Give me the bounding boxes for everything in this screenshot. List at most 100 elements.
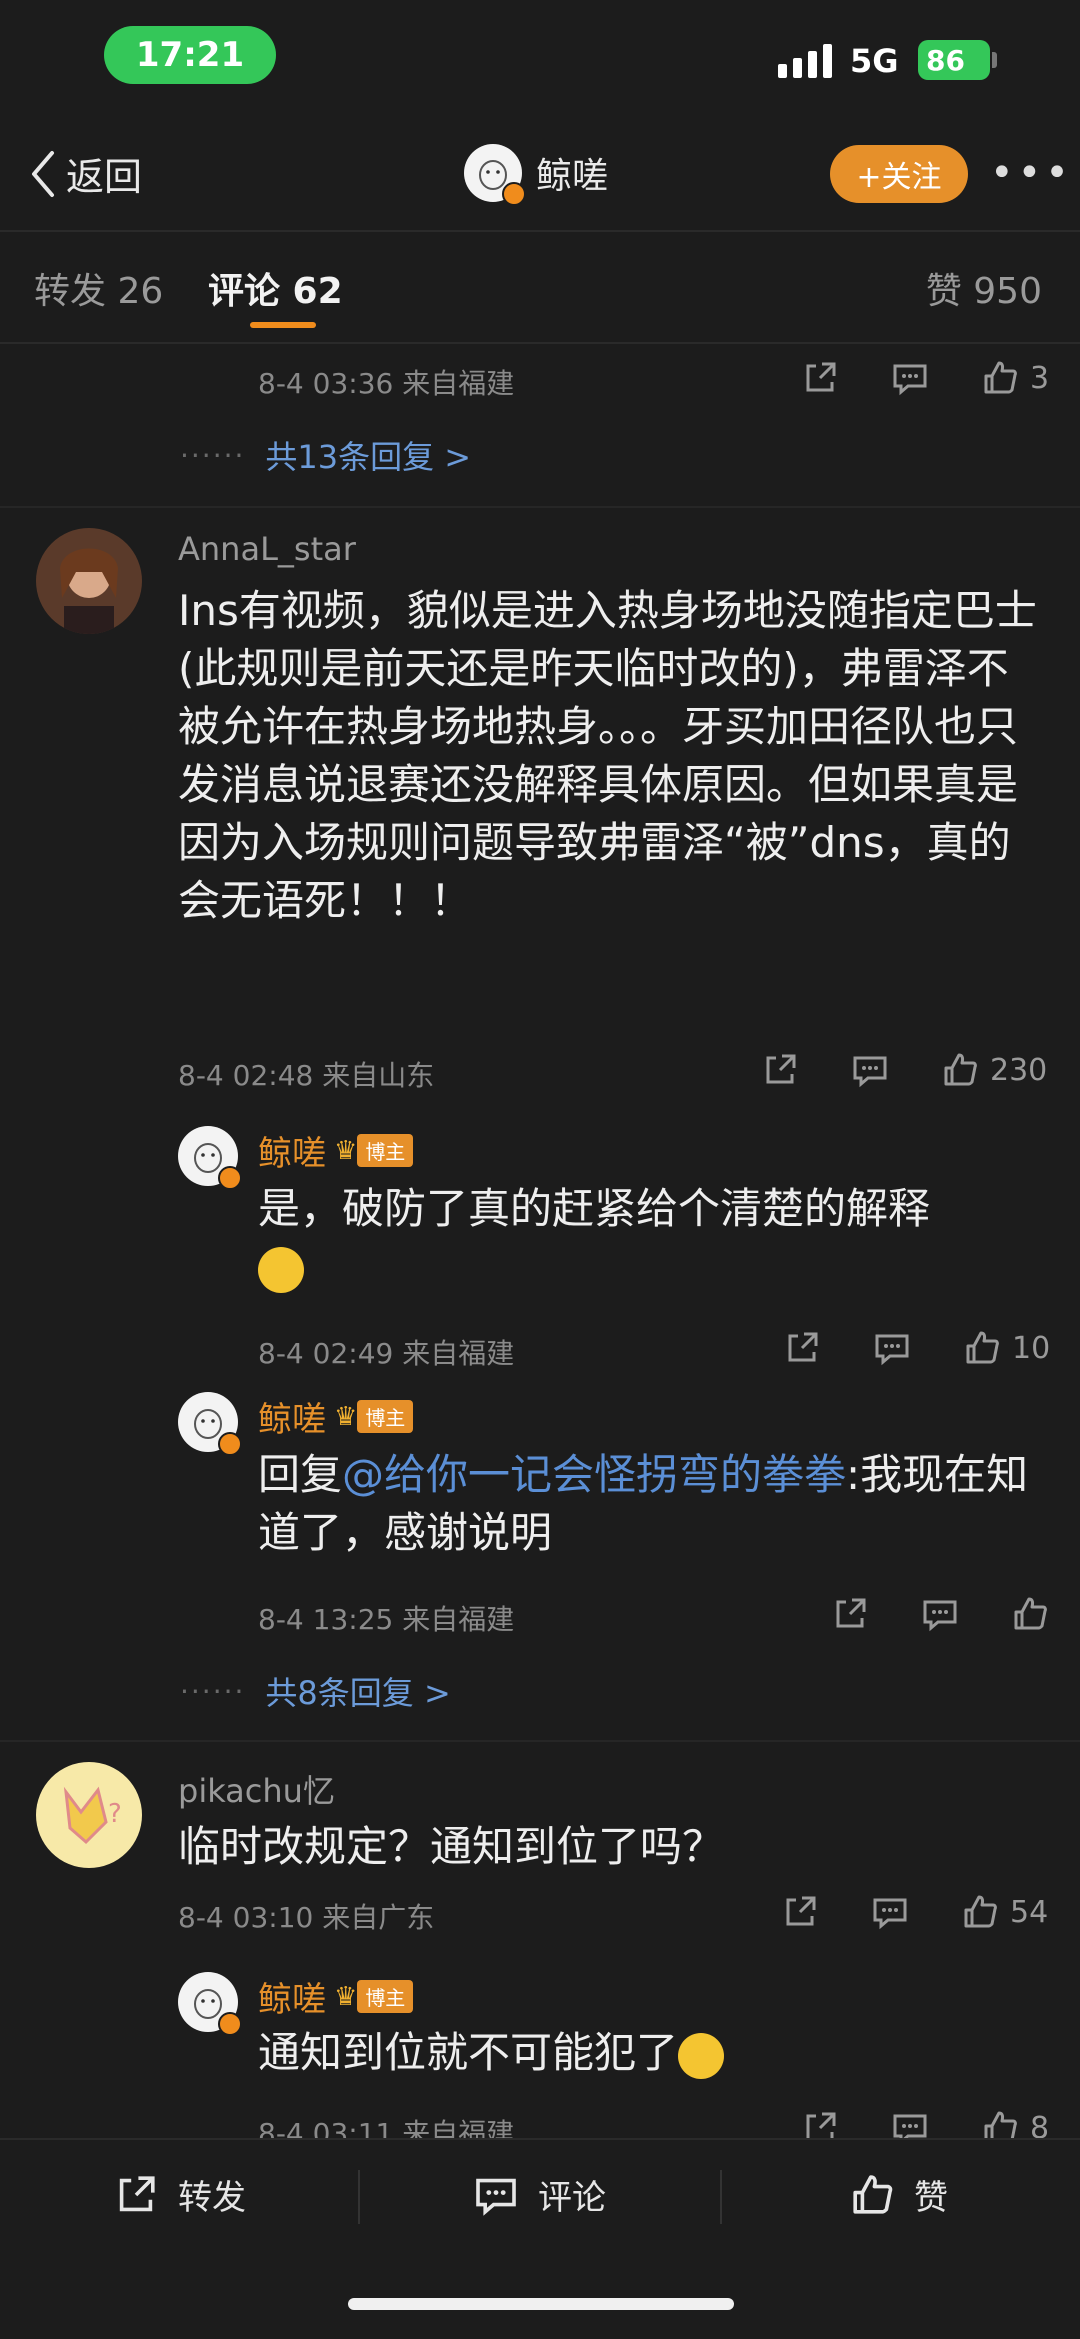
home-indicator — [348, 2298, 734, 2310]
dots: ······ — [180, 438, 246, 472]
comment-meta: 8-4 03:10 来自广东 — [178, 1901, 435, 1934]
tab-like[interactable]: 赞 950 — [926, 262, 1042, 314]
reply-header: 鲸嗟 ♛ 博主 — [258, 1392, 414, 1441]
tab-repost[interactable]: 转发 26 — [34, 262, 163, 314]
page-title: 鲸嗟 — [536, 156, 609, 197]
battery-cap — [992, 52, 997, 68]
like-button[interactable]: 230 — [940, 1050, 1047, 1090]
thumb-up-icon — [984, 361, 1017, 394]
thumb-up-icon — [966, 1331, 999, 1364]
reply-username[interactable]: 鲸嗟 — [258, 1972, 326, 2021]
reply-text-content: 通知到位就不可能犯了 — [258, 2028, 679, 2077]
like-count: 10 — [1012, 1330, 1051, 1366]
more-replies-label: 共8条回复 > — [265, 1674, 451, 1712]
signal-icon — [778, 40, 832, 78]
reply-text: 回复@给你一记会怪拐弯的拳拳:我现在知道了，感谢说明 — [258, 1446, 1048, 1562]
comment-icon — [875, 1334, 909, 1366]
avatar[interactable] — [36, 528, 142, 634]
reply-meta: 8-4 02:49 来自福建 — [258, 1337, 515, 1370]
like-button[interactable]: 54 — [960, 1892, 1048, 1932]
comment-icon — [873, 1898, 907, 1930]
divider — [720, 2170, 722, 2224]
share-icon — [119, 2175, 155, 2211]
bottom-repost-button[interactable]: 转发 — [112, 2170, 246, 2219]
share-icon — [836, 1598, 866, 1628]
thumb-up-icon — [964, 1895, 997, 1928]
comment-meta: 8-4 03:36 来自福建 — [258, 367, 515, 400]
avatar[interactable] — [178, 1972, 242, 2036]
more-replies-label: 共13条回复 > — [265, 438, 472, 476]
like-count: 54 — [1010, 1894, 1049, 1930]
like-count: 230 — [990, 1052, 1048, 1088]
comment-text: 临时改规定？通知到位了吗？ — [178, 1822, 725, 1871]
divider — [0, 506, 1080, 508]
comment-button[interactable] — [850, 1050, 890, 1090]
comment-icon — [853, 1056, 887, 1088]
host-badge: 博主 — [357, 1400, 414, 1433]
battery-icon: 86 — [918, 40, 990, 80]
verified-badge — [218, 2012, 242, 2036]
comment-button[interactable] — [920, 1594, 960, 1634]
comment-username[interactable]: AnnaL_star — [178, 530, 356, 568]
reply-actions: 10 — [782, 1328, 1050, 1368]
comment-icon — [476, 2178, 516, 2216]
like-button[interactable] — [1010, 1594, 1050, 1634]
crown-icon: ♛ — [334, 1981, 358, 2012]
share-icon — [766, 1054, 796, 1084]
host-badge: 博主 — [357, 1980, 414, 2013]
avatar[interactable]: ? — [36, 1762, 142, 1868]
bottom-like-label: 赞 — [914, 2178, 948, 2218]
share-button[interactable] — [782, 1328, 822, 1368]
reply-actions — [830, 1594, 1050, 1634]
thumb-up-icon — [1014, 1597, 1047, 1630]
reply-username[interactable]: 鲸嗟 — [258, 1126, 326, 1175]
avatar[interactable] — [178, 1392, 242, 1456]
share-button[interactable] — [780, 1892, 820, 1932]
verified-badge — [502, 182, 526, 206]
crown-icon: ♛ — [334, 1401, 358, 1432]
verified-badge — [218, 1432, 242, 1456]
comment-icon — [893, 364, 927, 396]
comment-button[interactable] — [890, 358, 930, 398]
status-time: 17:21 — [104, 26, 276, 84]
reply-meta: 8-4 13:25 来自福建 — [258, 1603, 515, 1636]
comment-icon — [923, 1600, 957, 1632]
avatar[interactable] — [178, 1126, 242, 1190]
bottom-comment-button[interactable]: 评论 — [472, 2170, 606, 2219]
comment-meta: 8-4 02:48 来自山东 — [178, 1059, 435, 1092]
more-dots-icon[interactable]: ••• — [990, 153, 1073, 193]
dots: ······ — [180, 1674, 246, 1708]
crown-icon: ♛ — [334, 1135, 358, 1166]
tab-comment[interactable]: 评论 62 — [208, 262, 343, 314]
bottom-repost-label: 转发 — [178, 2178, 246, 2218]
share-button[interactable] — [800, 358, 840, 398]
comment-text: Ins有视频，貌似是进入热身场地没随指定巴士 (此规则是前天还是昨天临时改的)，… — [178, 586, 1037, 925]
like-count: 3 — [1030, 360, 1050, 396]
reply-username[interactable]: 鲸嗟 — [258, 1392, 326, 1441]
comment-button[interactable] — [870, 1892, 910, 1932]
comment-actions: 230 — [760, 1050, 1047, 1090]
like-button[interactable]: 3 — [980, 358, 1049, 398]
follow-button[interactable]: +关注 — [830, 145, 968, 203]
like-button[interactable]: 10 — [962, 1328, 1050, 1368]
svg-text:?: ? — [108, 1799, 122, 1829]
reply-text-content: 是，破防了真的赶紧给个清楚的解释 — [258, 1184, 931, 1233]
comment-username[interactable]: pikachu忆 — [178, 1766, 335, 1812]
bottom-like-button[interactable]: 赞 — [848, 2170, 948, 2219]
divider — [358, 2170, 360, 2224]
reply-header: 鲸嗟 ♛ 博主 — [258, 1126, 414, 1175]
share-icon — [788, 1332, 818, 1362]
nav-user[interactable]: 鲸嗟 — [464, 144, 609, 206]
share-button[interactable] — [830, 1594, 870, 1634]
more-replies-link[interactable]: ······ 共13条回复 > — [180, 432, 471, 478]
more-replies-link[interactable]: ······ 共8条回复 > — [180, 1668, 451, 1714]
share-button[interactable] — [760, 1050, 800, 1090]
share-icon — [786, 1896, 816, 1926]
avatar — [464, 144, 526, 206]
back-button[interactable]: 返回 — [28, 146, 142, 201]
comment-button[interactable] — [872, 1328, 912, 1368]
network-label: 5G — [850, 42, 899, 80]
emoji-icon — [258, 1246, 304, 1293]
mention-link[interactable]: @给你一记会怪拐弯的拳拳 — [342, 1450, 846, 1499]
comment-actions: 3 — [800, 358, 1049, 398]
